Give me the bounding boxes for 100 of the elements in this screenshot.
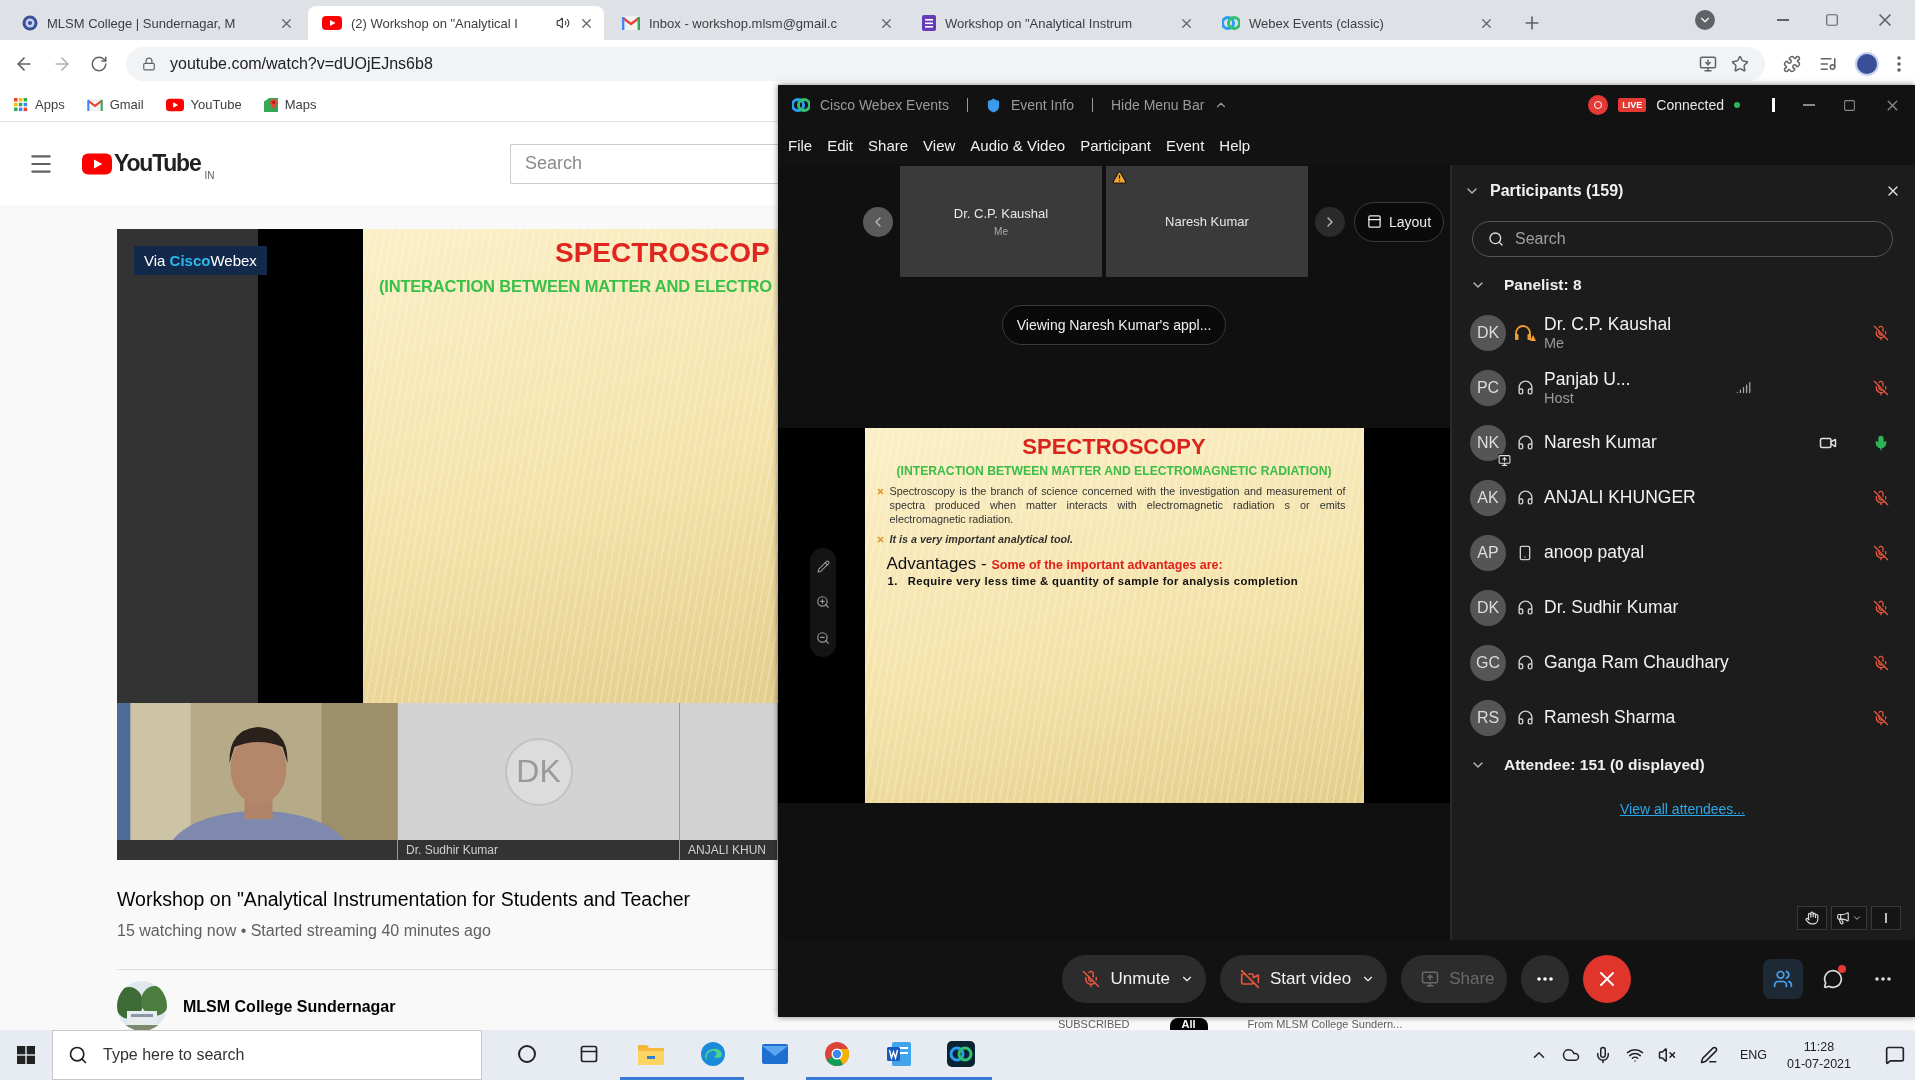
envelope-icon — [622, 16, 640, 30]
live-badge: LIVE — [1618, 98, 1647, 112]
bookmark-link[interactable]: YouTube — [165, 97, 242, 112]
megaphone-icon — [1836, 911, 1850, 925]
menu-button[interactable] — [1897, 56, 1901, 72]
document-icon — [886, 1040, 912, 1067]
headset-icon — [1516, 709, 1534, 726]
participant-row[interactable]: NK Naresh Kumar — [1464, 415, 1901, 470]
logo-text: YouTube — [114, 150, 201, 177]
participant-name: Dr. Sudhir Kumar — [1544, 597, 1680, 618]
channel-name[interactable]: MLSM College Sundernagar — [183, 998, 396, 1016]
zoom-out-icon — [816, 631, 830, 645]
raise-hand-button[interactable] — [1797, 906, 1827, 930]
extensions-button[interactable] — [1783, 55, 1801, 73]
menu-item[interactable]: File — [788, 136, 813, 154]
slide-subtitle: (INTERACTION BETWEEN MATTER AND ELECTROMAGNETIC RADIATION) — [895, 464, 1333, 478]
video-thumbnail[interactable]: Naresh Kumar — [1106, 166, 1308, 277]
chat-label: SUBSCRIBED — [1058, 1018, 1130, 1030]
video-meta: 15 watching now • Started streaming 40 minutes ago — [117, 922, 492, 940]
browser-tab[interactable]: Inbox - workshop.mlsm@gmail.c — [608, 6, 904, 40]
menu-item[interactable]: View — [923, 136, 956, 154]
share-button: Share — [1401, 954, 1507, 1003]
participant-role: Me — [1544, 335, 1566, 351]
browser-tab[interactable]: Webex Events (classic) — [1208, 6, 1504, 40]
clock-time: 11:28 — [1803, 1039, 1835, 1054]
start-video-button[interactable]: Start video — [1219, 954, 1388, 1003]
clock-date: 01-07-2021 — [1787, 1056, 1851, 1071]
megaphone-button[interactable] — [1831, 906, 1867, 930]
menu-item[interactable]: Help — [1219, 136, 1251, 154]
participant-row[interactable]: GC Ganga Ram Chaudhary — [1464, 635, 1901, 690]
menu-item[interactable]: Participant — [1080, 136, 1151, 154]
browser-tab[interactable]: (2) Workshop on "Analytical I — [308, 6, 604, 40]
tile-name: Dr. Sudhir Kumar — [406, 843, 499, 857]
caret-icon — [1852, 913, 1862, 923]
thumbnail-name: Dr. C.P. Kaushal — [953, 206, 1049, 221]
menu-item[interactable]: Edit — [827, 136, 854, 154]
video-thumbnail[interactable]: Dr. C.P. Kaushal Me — [900, 166, 1102, 277]
media-button[interactable] — [1819, 55, 1837, 73]
mail-icon — [762, 1043, 788, 1064]
tab-search-button[interactable] — [1695, 10, 1715, 30]
search-field[interactable]: Search — [1472, 221, 1893, 257]
participant-row[interactable]: AK ANJALI KHUNGER — [1464, 470, 1901, 525]
avatar-initials: DK — [1470, 589, 1506, 626]
unmute-button[interactable]: Unmute — [1062, 954, 1206, 1003]
browser-wave-icon — [700, 1040, 726, 1067]
headset-icon — [1516, 379, 1534, 396]
college-crest-icon — [22, 15, 38, 31]
chrome-icon — [824, 1040, 850, 1067]
slide-heading: Advantages - Some of the important advantages are: — [886, 554, 1224, 574]
browser-tab[interactable]: MLSM College | Sundernagar, M — [8, 6, 304, 40]
region-label: IN — [204, 170, 215, 181]
phone-icon — [1517, 544, 1533, 561]
address-bar[interactable]: youtube.com/watch?v=dUOjEJns6b8 — [126, 47, 1765, 81]
menu-item[interactable]: Event — [1166, 136, 1205, 154]
profile-avatar[interactable] — [1855, 52, 1879, 76]
avatar-initials: AP — [1470, 534, 1506, 571]
participant-row[interactable]: RS Ramesh Sharma — [1464, 690, 1901, 745]
minimize-icon — [1803, 104, 1815, 106]
language-indicator[interactable]: ENG — [1739, 1048, 1768, 1062]
menu-item[interactable]: Audio & Video — [970, 136, 1066, 154]
participant-row[interactable]: PC Panjab U... Host — [1464, 360, 1901, 415]
bullet-text: It is a very important analytical tool. — [889, 532, 1074, 546]
people-icon — [1773, 968, 1793, 989]
restore-button[interactable] — [1825, 13, 1839, 27]
participant-row[interactable]: DK Dr. C.P. Kaushal Me — [1464, 305, 1901, 360]
status-dot — [1734, 102, 1740, 108]
bookmark-link[interactable]: Gmail — [86, 97, 144, 112]
previous-button[interactable] — [863, 206, 893, 237]
avatar-initials: DK — [1470, 314, 1506, 351]
menu-item[interactable]: Share — [868, 136, 909, 154]
reload-button[interactable] — [90, 55, 108, 73]
layout-button[interactable]: Layout — [1354, 201, 1445, 242]
folder-icon — [638, 1042, 664, 1065]
participant-name: Panjab U... — [1544, 369, 1632, 390]
muted-mic-icon — [1082, 969, 1101, 988]
view-all-link[interactable]: View all attendees... — [1619, 801, 1745, 817]
hide-menu-button[interactable]: Hide Menu Bar — [1110, 97, 1205, 113]
video-title: Workshop on "Analytical Instrumentation for Students and Teacher — [117, 887, 692, 912]
notifications-icon — [1885, 1045, 1905, 1065]
bookmark-link[interactable]: Maps — [263, 97, 317, 112]
slide-subtitle: (INTERACTION BETWEEN MATTER AND ELECTRO — [379, 277, 773, 296]
maximize-button[interactable] — [1843, 98, 1856, 112]
participant-row[interactable]: DK Dr. Sudhir Kumar — [1464, 580, 1901, 635]
alert-button[interactable] — [1871, 906, 1901, 930]
avatar-initials: PC — [1470, 369, 1506, 406]
participant-name: Ganga Ram Chaudhary — [1544, 652, 1730, 673]
wifi-icon — [1625, 1046, 1644, 1064]
filter-chip[interactable]: All — [1169, 1018, 1208, 1030]
play-logo-icon — [322, 15, 342, 31]
browser-tab[interactable]: Workshop on "Analytical Instrum — [908, 6, 1204, 40]
webex-logo-icon — [947, 1040, 975, 1067]
bookmark-link[interactable]: Apps — [14, 97, 65, 112]
thumbnail-name: Naresh Kumar — [1165, 214, 1249, 229]
next-button[interactable] — [1315, 206, 1345, 237]
slide-title: SPECTROSCOPY — [1021, 434, 1207, 460]
event-info-button[interactable]: Event Info — [1010, 97, 1074, 113]
taskbar-search-field[interactable]: Type here to search — [52, 1030, 482, 1080]
participant-row[interactable]: AP anoop patyal — [1464, 525, 1901, 580]
thumbnail-label: Me — [994, 226, 1008, 237]
participants-button[interactable] — [1763, 958, 1803, 999]
